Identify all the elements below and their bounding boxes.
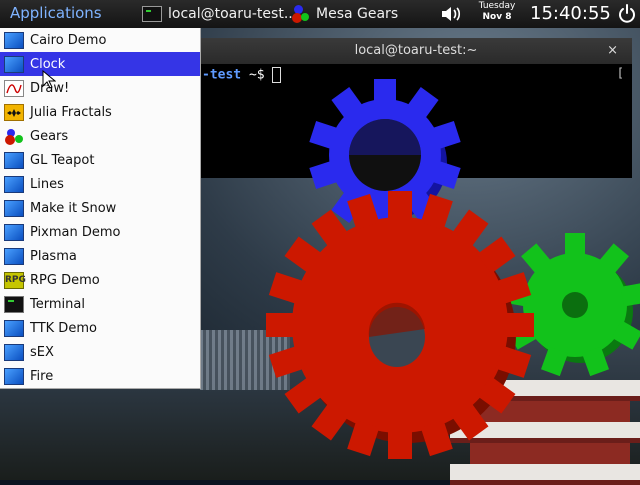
app-icon [4,151,24,169]
menu-item-label: Julia Fractals [30,104,112,120]
rpg-icon: RPG [4,271,26,289]
menu-item-lines[interactable]: Lines [0,172,200,196]
gears-icon [4,128,24,145]
menu-item-label: Fire [30,368,54,384]
date-month-day: Nov 8 [482,12,512,22]
app-icon [4,319,24,337]
app-icon [4,343,24,361]
terminal-icon [4,295,24,313]
applications-menu-button[interactable]: Applications [10,4,102,22]
menu-item-clock[interactable]: Clock [0,52,200,76]
app-icon [4,223,24,241]
menu-item-terminal[interactable]: Terminal [0,292,200,316]
app-icon [4,55,24,73]
menu-item-sex[interactable]: sEX [0,340,200,364]
mouse-pointer-icon [42,70,56,89]
menu-item-label: sEX [30,344,54,360]
menu-item-rpg-demo[interactable]: RPG RPG Demo [0,268,200,292]
draw-icon [4,79,24,97]
app-icon [4,367,24,385]
menu-item-label: TTK Demo [30,320,97,336]
menu-item-label: RPG Demo [30,272,100,288]
menu-item-make-it-snow[interactable]: Make it Snow [0,196,200,220]
terminal-title: local@toaru-test:~ [354,43,478,58]
panel-date[interactable]: Tuesday Nov 8 [474,1,520,23]
menu-item-label: Terminal [30,296,85,312]
menu-item-ttk-demo[interactable]: TTK Demo [0,316,200,340]
terminal-icon [142,6,162,22]
panel-clock[interactable]: 15:40:55 [530,3,611,24]
menu-item-cairo-demo[interactable]: Cairo Demo [0,28,200,52]
taskbar-item-label: local@toaru-test... [168,6,298,22]
top-panel: Applications local@toaru-test... Mesa Ge… [0,0,640,28]
app-icon [4,199,24,217]
prompt-user: -test [202,67,242,83]
red-gear [266,191,534,459]
menu-item-label: Gears [30,128,69,144]
menu-item-gears[interactable]: Gears [0,124,200,148]
menu-item-label: Lines [30,176,64,192]
volume-icon[interactable] [440,5,462,23]
menu-item-label: Plasma [30,248,77,264]
julia-icon [4,103,24,121]
menu-item-fire[interactable]: Fire [0,364,200,388]
mesa-gears-render [266,79,640,459]
menu-item-julia-fractals[interactable]: Julia Fractals [0,100,200,124]
menu-item-gl-teapot[interactable]: GL Teapot [0,148,200,172]
app-icon [4,31,24,49]
menu-item-label: GL Teapot [30,152,95,168]
menu-item-plasma[interactable]: Plasma [0,244,200,268]
app-icon [4,175,24,193]
power-icon[interactable] [618,4,636,24]
applications-menu: Cairo Demo Clock Draw! Julia Fractals [0,28,201,389]
date-day: Tuesday [478,1,516,11]
taskbar-item-label: Mesa Gears [316,6,399,22]
menu-item-pixman-demo[interactable]: Pixman Demo [0,220,200,244]
menu-item-label: Make it Snow [30,200,117,216]
gears-icon [292,5,310,23]
menu-item-label: Pixman Demo [30,224,121,240]
menu-item-label: Cairo Demo [30,32,107,48]
app-icon [4,247,24,265]
taskbar-item-mesa-gears[interactable]: Mesa Gears [292,5,398,23]
taskbar-item-terminal[interactable]: local@toaru-test... [142,5,297,23]
menu-item-draw[interactable]: Draw! [0,76,200,100]
